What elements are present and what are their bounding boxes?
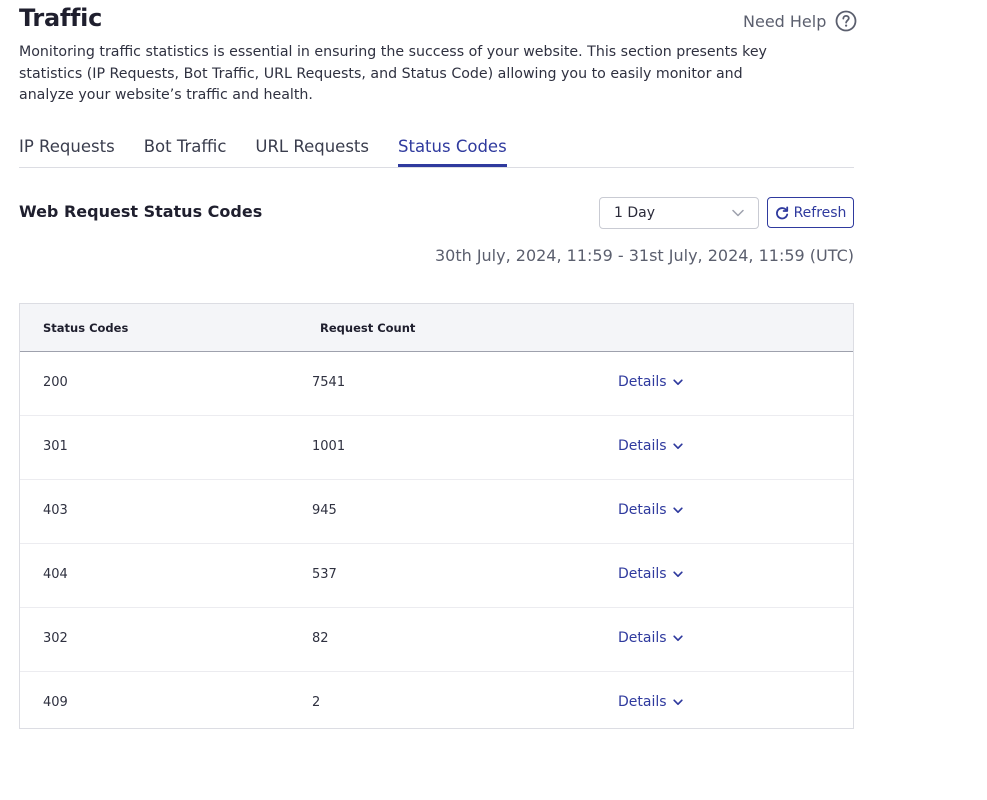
need-help-link[interactable]: Need Help <box>743 10 857 32</box>
request-count-cell: 537 <box>312 567 337 582</box>
question-circle-icon <box>835 10 857 32</box>
column-header-request-count: Request Count <box>320 321 416 335</box>
details-toggle[interactable]: Details <box>618 630 683 646</box>
details-label: Details <box>618 694 667 710</box>
details-label: Details <box>618 438 667 454</box>
details-toggle[interactable]: Details <box>618 566 683 582</box>
page-description: Monitoring traffic statistics is essenti… <box>19 44 767 103</box>
details-toggle[interactable]: Details <box>618 694 683 710</box>
tab-bar: IP Requests Bot Traffic URL Requests Sta… <box>19 137 854 168</box>
details-toggle[interactable]: Details <box>618 374 683 390</box>
chevron-down-icon <box>672 378 683 385</box>
status-code-cell: 404 <box>43 567 68 582</box>
table-header: Status Codes Request Count <box>20 304 853 352</box>
chevron-down-icon <box>672 442 683 449</box>
chevron-down-icon <box>672 698 683 705</box>
details-toggle[interactable]: Details <box>618 438 683 454</box>
refresh-button[interactable]: Refresh <box>767 197 854 228</box>
date-range-text: 30th July, 2024, 11:59 - 31st July, 2024… <box>434 246 854 265</box>
status-code-cell: 302 <box>43 631 68 646</box>
details-label: Details <box>618 630 667 646</box>
table-row: 200 7541 Details <box>20 352 853 416</box>
tab-status-codes[interactable]: Status Codes <box>398 137 507 167</box>
column-header-status-codes: Status Codes <box>43 321 129 335</box>
tab-url-requests[interactable]: URL Requests <box>255 137 369 167</box>
status-code-cell: 409 <box>43 695 68 710</box>
table-row: 404 537 Details <box>20 544 853 608</box>
status-codes-table: Status Codes Request Count 200 7541 Detail… <box>19 303 854 729</box>
table-row: 403 945 Details <box>20 480 853 544</box>
table-body: 200 7541 Details 301 1001 Details 403 945 Detail… <box>20 352 853 735</box>
details-label: Details <box>618 502 667 518</box>
chevron-down-icon <box>672 506 683 513</box>
status-code-cell: 301 <box>43 439 68 454</box>
request-count-cell: 2 <box>312 695 321 710</box>
need-help-label: Need Help <box>743 11 827 31</box>
chevron-down-icon <box>672 570 683 577</box>
refresh-icon <box>775 206 788 219</box>
table-row: 409 2 Details <box>20 672 853 735</box>
status-code-cell: 200 <box>43 375 68 390</box>
details-label: Details <box>618 374 667 390</box>
details-toggle[interactable]: Details <box>618 502 683 518</box>
request-count-cell: 82 <box>312 631 329 646</box>
refresh-label: Refresh <box>793 204 847 221</box>
status-code-cell: 403 <box>43 503 68 518</box>
request-count-cell: 945 <box>312 503 337 518</box>
tab-ip-requests[interactable]: IP Requests <box>19 137 115 167</box>
details-label: Details <box>618 566 667 582</box>
time-range-value: 1 Day <box>614 205 656 221</box>
section-title: Web Request Status Codes <box>19 202 263 221</box>
request-count-cell: 1001 <box>312 439 346 454</box>
chevron-down-icon <box>732 209 744 217</box>
chevron-down-icon <box>672 634 683 641</box>
request-count-cell: 7541 <box>312 375 346 390</box>
page-title: Traffic <box>19 4 103 32</box>
table-row: 302 82 Details <box>20 608 853 672</box>
table-row: 301 1001 Details <box>20 416 853 480</box>
tab-bot-traffic[interactable]: Bot Traffic <box>144 137 227 167</box>
time-range-select[interactable]: 1 Day <box>599 197 759 229</box>
